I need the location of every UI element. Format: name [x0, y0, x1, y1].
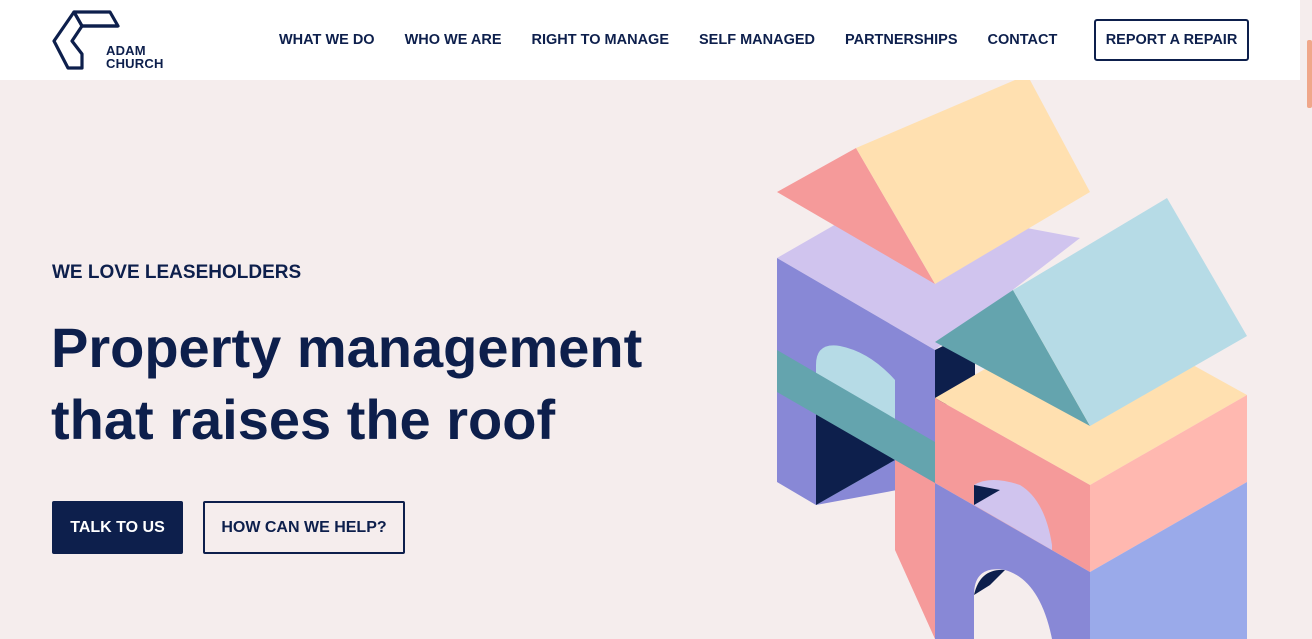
pink-pillar: [895, 460, 935, 639]
brand-line-2: CHURCH: [106, 56, 164, 71]
nav-item-what-we-do[interactable]: WHAT WE DO: [279, 32, 375, 48]
report-repair-button[interactable]: REPORT A REPAIR: [1094, 19, 1249, 61]
brand-logo[interactable]: ADAM CHURCH: [52, 10, 172, 72]
scrollbar-thumb[interactable]: [1307, 40, 1312, 108]
brand-name: ADAM CHURCH: [106, 44, 164, 70]
talk-to-us-button[interactable]: TALK TO US: [52, 501, 183, 554]
nav-item-contact[interactable]: CONTACT: [988, 32, 1058, 48]
page-scrollbar[interactable]: [1300, 0, 1312, 639]
nav-item-self-managed[interactable]: SELF MANAGED: [699, 32, 815, 48]
building-blocks-illustration: [777, 80, 1247, 639]
headline-line-1: Property management: [51, 316, 643, 379]
hero-eyebrow: WE LOVE LEASEHOLDERS: [52, 262, 302, 283]
site-header: ADAM CHURCH WHAT WE DO WHO WE ARE RIGHT …: [0, 0, 1300, 80]
nav-item-partnerships[interactable]: PARTNERSHIPS: [845, 32, 958, 48]
nav-item-right-to-manage[interactable]: RIGHT TO MANAGE: [532, 32, 669, 48]
hero-headline: Property management that raises the roof: [51, 312, 691, 456]
nav-item-who-we-are[interactable]: WHO WE ARE: [405, 32, 502, 48]
main-nav: WHAT WE DO WHO WE ARE RIGHT TO MANAGE SE…: [279, 0, 1087, 80]
headline-line-2: that raises the roof: [51, 388, 556, 451]
how-can-we-help-button[interactable]: HOW CAN WE HELP?: [203, 501, 405, 554]
